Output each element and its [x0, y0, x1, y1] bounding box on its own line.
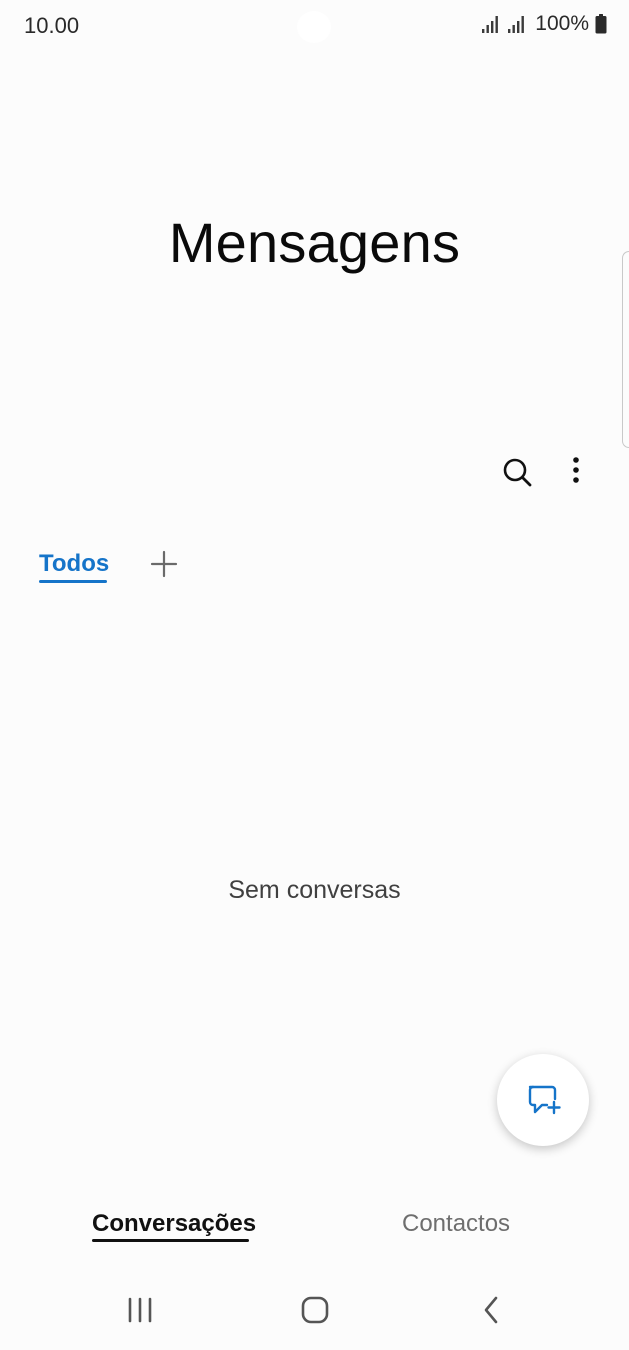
edge-panel-handle[interactable]: [622, 251, 629, 448]
tab-active-indicator: [39, 580, 107, 583]
home-icon: [301, 1296, 329, 1324]
nav-back-button[interactable]: [480, 1294, 502, 1326]
nav-home-button[interactable]: [299, 1294, 331, 1326]
compose-message-button[interactable]: [497, 1054, 589, 1146]
tab-contacts[interactable]: Contactos: [402, 1210, 510, 1238]
add-category-button[interactable]: [149, 549, 179, 579]
tab-todos[interactable]: Todos: [39, 550, 109, 578]
plus-icon: [150, 550, 178, 578]
signal-icon: [482, 16, 499, 33]
search-icon: [503, 458, 532, 487]
bottom-tab-active-indicator: [92, 1239, 249, 1242]
status-icons: 100%: [481, 12, 607, 36]
more-vert-icon: [573, 457, 579, 483]
search-button[interactable]: [497, 452, 537, 492]
nav-recents-button[interactable]: [125, 1296, 155, 1324]
battery-icon: [595, 14, 607, 34]
more-options-button[interactable]: [560, 452, 592, 492]
status-time: 10.00: [24, 13, 80, 38]
messages-screen: 10.00 100% Mensagens Todos Sem conversas…: [0, 0, 629, 1350]
camera-cutout: [297, 11, 331, 43]
tab-conversations[interactable]: Conversações: [92, 1210, 256, 1238]
new-message-icon: [528, 1085, 561, 1115]
battery-percentage: 100%: [535, 12, 589, 35]
recents-icon: [128, 1297, 152, 1323]
signal-icon: [508, 16, 525, 33]
page-title: Mensagens: [168, 211, 461, 274]
empty-state-message: Sem conversas: [228, 876, 401, 904]
back-icon: [484, 1296, 498, 1324]
